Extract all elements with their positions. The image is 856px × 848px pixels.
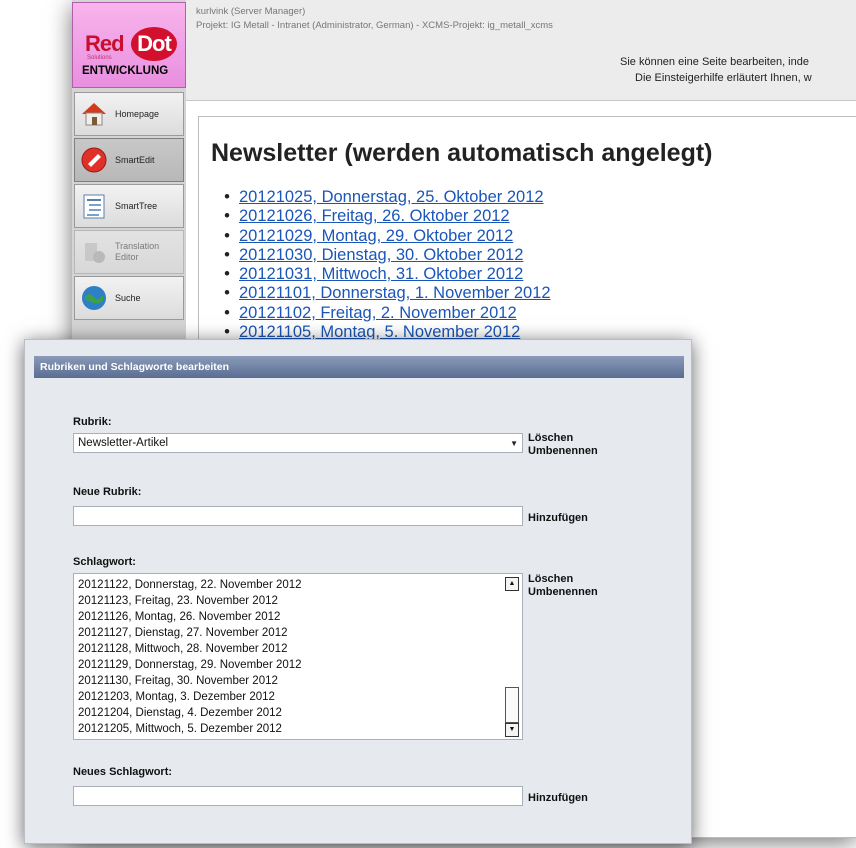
list-item: 20121030, Dienstag, 30. Oktober 2012 [215,246,551,265]
list-item[interactable]: 20121126, Montag, 26. November 2012 [78,609,302,625]
logo-brand-dot: Dot [131,27,177,61]
logo-brand-red: Red [85,31,125,56]
list-item[interactable]: 20121204, Dienstag, 4. Dezember 2012 [78,705,302,721]
newsletter-link[interactable]: 20121031, Mittwoch, 31. Oktober 2012 [239,265,523,283]
logo-environment: ENTWICKLUNG [82,65,169,77]
newsletter-link[interactable]: 20121102, Freitag, 2. November 2012 [239,304,517,322]
list-item: 20121101, Donnerstag, 1. November 2012 [215,284,551,303]
sidebar-item-translation-editor: Translation Editor [74,230,184,274]
dialog-title: Rubriken und Schlagworte bearbeiten [34,356,684,378]
list-item: 20121025, Donnerstag, 25. Oktober 2012 [215,188,551,207]
newsletter-link[interactable]: 20121029, Montag, 29. Oktober 2012 [239,227,513,245]
rubrik-label: Rubrik: [73,416,112,428]
header-help-line-1: Sie können eine Seite bearbeiten, inde [620,56,809,68]
sidebar-item-smartedit[interactable]: SmartEdit [74,138,184,182]
reddot-logo: Red Dot Solutions ENTWICKLUNG [72,2,186,88]
list-item[interactable]: 20121205, Mittwoch, 5. Dezember 2012 [78,721,302,737]
list-item: 20121029, Montag, 29. Oktober 2012 [215,227,551,246]
rubrik-rename-button[interactable]: Umbenennen [528,445,598,457]
newsletter-link[interactable]: 20121026, Freitag, 26. Oktober 2012 [239,207,510,225]
schlagwort-listbox[interactable]: 20121122, Donnerstag, 22. November 2012 … [73,573,523,740]
newsletter-link[interactable]: 20121101, Donnerstag, 1. November 2012 [239,284,551,302]
homepage-icon [82,103,106,126]
list-item[interactable]: 20121123, Freitag, 23. November 2012 [78,593,302,609]
schlagwort-rename-button[interactable]: Umbenennen [528,586,598,598]
rubrik-delete-button[interactable]: Löschen [528,432,573,444]
scroll-up-icon[interactable]: ▲ [505,577,519,591]
list-item: 20121026, Freitag, 26. Oktober 2012 [215,207,551,226]
neue-rubrik-label: Neue Rubrik: [73,486,142,498]
list-item[interactable]: 20121122, Donnerstag, 22. November 2012 [78,577,302,593]
smartedit-icon [81,147,107,173]
schlagwort-label: Schlagwort: [73,556,136,568]
header-project-line: Projekt: IG Metall - Intranet (Administr… [196,20,553,31]
sidebar-item-label: Suche [115,292,141,303]
neues-schlagwort-label: Neues Schlagwort: [73,766,173,778]
sidebar-item-smarttree[interactable]: SmartTree [74,184,184,228]
rubrik-select-value: Newsletter-Artikel [78,437,169,449]
sidebar-item-suche[interactable]: Suche [74,276,184,320]
sidebar-item-label: Translation Editor [115,241,160,262]
page-title: Newsletter (werden automatisch angelegt) [211,139,713,167]
sidebar-item-label: Homepage [115,108,160,119]
schlagwort-delete-button[interactable]: Löschen [528,573,573,585]
smarttree-icon [83,194,105,219]
list-item[interactable]: 20121127, Dienstag, 27. November 2012 [78,625,302,641]
sidebar-item-label: SmartEdit [115,154,155,165]
list-item: 20121031, Mittwoch, 31. Oktober 2012 [215,265,551,284]
sidebar-item-label: SmartTree [115,200,158,211]
newsletter-link[interactable]: 20121025, Donnerstag, 25. Oktober 2012 [239,188,544,206]
list-item[interactable]: 20121130, Freitag, 30. November 2012 [78,673,302,689]
listbox-scrollbar[interactable]: ▲ ▼ [505,577,519,737]
rubriken-dialog: Rubriken und Schlagworte bearbeiten Rubr… [24,339,692,844]
newsletter-list: 20121025, Donnerstag, 25. Oktober 2012 2… [215,188,551,342]
sidebar-item-homepage[interactable]: Homepage [74,92,184,136]
header-user-line: kurlvink (Server Manager) [196,6,306,17]
list-item[interactable]: 20121203, Montag, 3. Dezember 2012 [78,689,302,705]
header-help-line-2: Die Einsteigerhilfe erläutert Ihnen, w [635,72,812,84]
logo-subtitle: Solutions [87,55,112,61]
translation-editor-icon [85,243,105,263]
neue-rubrik-input[interactable] [73,506,523,526]
rubrik-select[interactable]: Newsletter-Artikel ▼ [73,433,523,453]
rubrik-add-button[interactable]: Hinzufügen [528,512,588,524]
list-item[interactable]: 20121128, Mittwoch, 28. November 2012 [78,641,302,657]
chevron-down-icon: ▼ [510,439,518,448]
schlagwort-items: 20121122, Donnerstag, 22. November 2012 … [78,577,302,737]
list-item[interactable]: 20121129, Donnerstag, 29. November 2012 [78,657,302,673]
newsletter-link[interactable]: 20121030, Dienstag, 30. Oktober 2012 [239,246,523,264]
scroll-down-icon[interactable]: ▼ [505,723,519,737]
list-item: 20121102, Freitag, 2. November 2012 [215,304,551,323]
neues-schlagwort-input[interactable] [73,786,523,806]
cms-header: kurlvink (Server Manager) Projekt: IG Me… [186,0,856,101]
scroll-thumb[interactable] [505,687,519,723]
search-globe-icon [82,286,106,310]
schlagwort-add-button[interactable]: Hinzufügen [528,792,588,804]
